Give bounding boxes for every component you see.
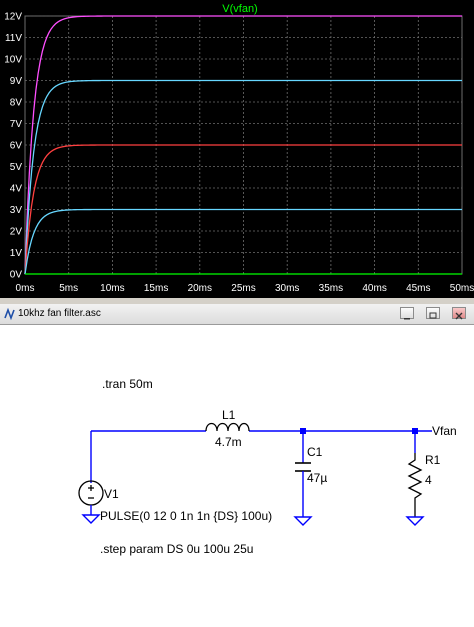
y-tick-label: 1V	[10, 248, 23, 259]
x-tick-label: 35ms	[319, 283, 343, 294]
y-tick-label: 6V	[10, 141, 23, 152]
x-tick-label: 15ms	[144, 283, 168, 294]
x-tick-label: 20ms	[188, 283, 212, 294]
y-tick-label: 4V	[10, 184, 23, 195]
c1-name[interactable]: C1	[307, 445, 323, 459]
resistor-r1[interactable]	[407, 453, 423, 517]
ground-icon	[293, 516, 313, 526]
schematic-canvas[interactable]: .tran 50m .step param DS 0u 100u 25u L1 …	[0, 325, 474, 627]
y-tick-label: 0V	[10, 270, 23, 281]
plot-tick-labels: 0ms 5ms 10ms 15ms 20ms 25ms 30ms 35ms 40ms 45ms 50…	[4, 12, 474, 295]
wires	[90, 430, 432, 483]
l1-name[interactable]: L1	[222, 408, 236, 422]
close-icon	[455, 312, 463, 320]
y-tick-label: 10V	[4, 55, 22, 66]
schematic-window[interactable]: 10khz fan filter.asc .tran 50m .step par…	[0, 304, 474, 627]
c1-value[interactable]: 47µ	[307, 471, 327, 485]
junction-dot	[412, 428, 418, 434]
l1-value[interactable]: 4.7m	[215, 435, 242, 449]
step-directive[interactable]: .step param DS 0u 100u 25u	[100, 542, 253, 556]
minimize-button[interactable]	[400, 307, 414, 320]
y-tick-label: 5V	[10, 162, 23, 173]
window-title: 10khz fan filter.asc	[18, 308, 101, 319]
v1-value[interactable]: PULSE(0 12 0 1n 1n {DS} 100u)	[100, 509, 272, 523]
waveform-plot-pane[interactable]: 0ms 5ms 10ms 15ms 20ms 25ms 30ms 35ms 40ms 45ms 50…	[0, 0, 474, 298]
y-tick-label: 11V	[5, 33, 22, 44]
tran-directive[interactable]: .tran 50m	[102, 377, 153, 391]
x-tick-label: 25ms	[231, 283, 255, 294]
r1-name[interactable]: R1	[425, 453, 441, 467]
restore-icon	[429, 312, 437, 319]
close-button[interactable]	[452, 307, 466, 320]
y-tick-label: 2V	[10, 227, 23, 238]
plot-series-group	[24, 15, 462, 275]
ground-icon	[81, 514, 101, 524]
x-tick-label: 10ms	[100, 283, 124, 294]
inductor-l1[interactable]	[205, 422, 250, 432]
x-tick-label: 0ms	[16, 283, 35, 294]
net-label-vfan[interactable]: Vfan	[432, 424, 457, 438]
x-tick-label: 30ms	[275, 283, 299, 294]
ltspice-schematic-icon	[4, 307, 15, 321]
junction-dot	[300, 428, 306, 434]
plot-trace-title[interactable]: V(vfan)	[222, 3, 257, 15]
y-tick-label: 8V	[10, 98, 23, 109]
y-tick-label: 3V	[10, 205, 23, 216]
r1-value[interactable]: 4	[425, 473, 432, 487]
schematic-titlebar[interactable]: 10khz fan filter.asc	[0, 304, 474, 325]
x-tick-label: 5ms	[59, 283, 78, 294]
waveform-chart[interactable]: 0ms 5ms 10ms 15ms 20ms 25ms 30ms 35ms 40ms 45ms 50…	[0, 0, 474, 298]
x-tick-label: 50ms	[450, 283, 474, 294]
x-tick-label: 40ms	[362, 283, 386, 294]
ground-icon	[405, 516, 425, 526]
restore-button[interactable]	[426, 307, 440, 319]
y-tick-label: 12V	[4, 12, 22, 23]
y-tick-label: 9V	[10, 76, 23, 87]
x-tick-label: 45ms	[406, 283, 430, 294]
v1-name[interactable]: V1	[104, 487, 119, 501]
y-tick-label: 7V	[10, 119, 23, 130]
minimize-icon	[404, 318, 410, 320]
